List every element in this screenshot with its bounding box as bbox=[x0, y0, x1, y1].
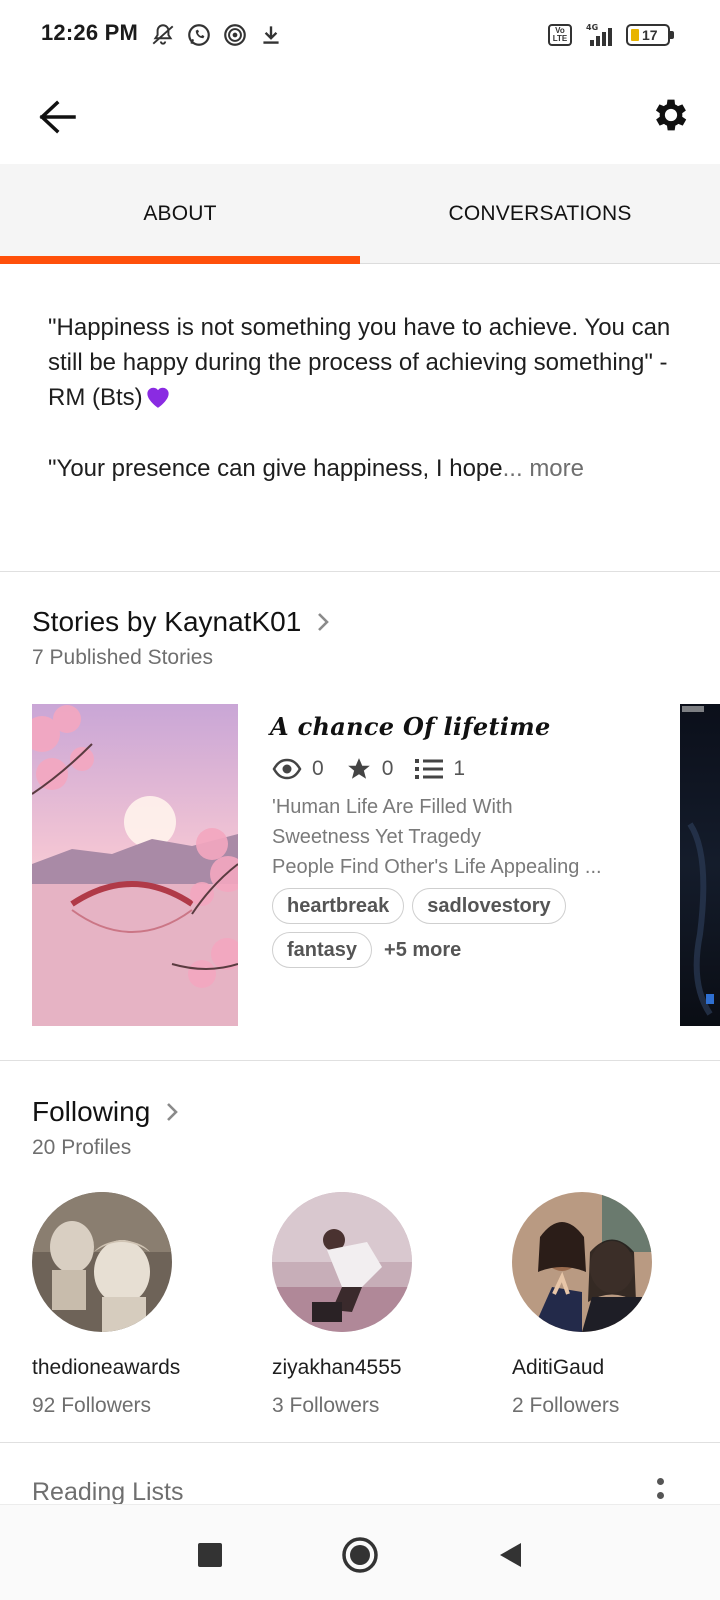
story-description-line: People Find Other's Life Appealing ... bbox=[272, 856, 602, 878]
avatar bbox=[272, 1192, 412, 1332]
stories-subtitle: 7 Published Stories bbox=[32, 646, 213, 669]
list-icon bbox=[415, 759, 444, 779]
top-toolbar bbox=[0, 70, 720, 164]
tag-chip[interactable]: heartbreak bbox=[272, 888, 405, 924]
divider bbox=[0, 1442, 720, 1443]
story-description-line: 'Human Life Are Filled With bbox=[272, 796, 513, 818]
system-back-button[interactable] bbox=[480, 1525, 540, 1585]
avatar bbox=[32, 1192, 172, 1332]
story-tags: heartbreak sadlovestory fantasy +5 more bbox=[272, 888, 672, 968]
reading-lists-title: Reading Lists bbox=[32, 1478, 184, 1506]
story-description-line: Sweetness Yet Tragedy bbox=[272, 826, 482, 848]
stories-header[interactable]: Stories by KaynatK01 bbox=[32, 606, 331, 638]
network-label: 4G bbox=[586, 23, 598, 32]
parts-stat: 1 bbox=[415, 757, 465, 781]
profile-card[interactable]: ziyakhan4555 3 Followers bbox=[272, 1192, 492, 1418]
profile-name: AditiGaud bbox=[512, 1356, 605, 1379]
profile-followers: 92 Followers bbox=[32, 1394, 152, 1417]
status-time: 12:26 PM bbox=[41, 20, 138, 45]
mute-icon bbox=[152, 24, 174, 45]
signal-icon: 4G bbox=[586, 23, 612, 46]
tab-about[interactable]: ABOUT bbox=[0, 164, 360, 264]
battery-level: 17 bbox=[642, 27, 658, 43]
star-icon bbox=[347, 758, 370, 779]
votes-count: 0 bbox=[381, 757, 394, 780]
recents-button[interactable] bbox=[180, 1525, 240, 1585]
app-icon bbox=[224, 24, 246, 46]
back-button[interactable] bbox=[30, 90, 84, 144]
home-circle-icon bbox=[342, 1537, 378, 1573]
stories-title: Stories by KaynatK01 bbox=[32, 606, 302, 637]
tag-chip[interactable]: sadlovestory bbox=[412, 888, 566, 924]
next-story-cover-art bbox=[682, 706, 714, 1016]
following-subtitle: 20 Profiles bbox=[32, 1136, 132, 1159]
avatar bbox=[512, 1192, 652, 1332]
chevron-right-icon bbox=[318, 613, 330, 631]
arrow-left-icon bbox=[39, 100, 76, 134]
profile-followers: 2 Followers bbox=[512, 1394, 620, 1417]
profile-card[interactable]: thedioneawards 92 Followers bbox=[32, 1192, 252, 1418]
story-cover-image[interactable] bbox=[32, 704, 238, 1026]
following-header[interactable]: Following bbox=[32, 1096, 180, 1128]
status-notification-icons bbox=[150, 20, 284, 50]
divider bbox=[0, 571, 720, 572]
following-title: Following bbox=[32, 1096, 151, 1127]
profile-name: ziyakhan4555 bbox=[272, 1356, 402, 1379]
purple-heart-icon bbox=[147, 387, 169, 408]
volte-icon: Vo LTE bbox=[548, 24, 572, 46]
profile-card[interactable]: AditiGaud 2 Followers bbox=[512, 1192, 720, 1418]
eye-icon bbox=[272, 758, 302, 780]
about-text: "Happiness is not something you have to … bbox=[48, 310, 688, 522]
profile-name: thedioneawards bbox=[32, 1356, 181, 1379]
about-paragraph-2: "Your presence can give happiness, I hop… bbox=[48, 451, 688, 486]
settings-button[interactable] bbox=[644, 88, 698, 142]
chevron-right-icon bbox=[167, 1103, 179, 1121]
story-title[interactable]: A chance Of lifetime bbox=[270, 712, 551, 741]
tag-chip[interactable]: fantasy bbox=[272, 932, 373, 968]
more-link[interactable]: more bbox=[529, 455, 584, 482]
divider bbox=[0, 1060, 720, 1061]
story-stats: 0 0 1 bbox=[272, 752, 487, 786]
about-quote-2: "Your presence can give happiness, I hop… bbox=[48, 455, 503, 482]
about-paragraph-1: "Happiness is not something you have to … bbox=[48, 310, 688, 415]
gear-icon bbox=[655, 99, 687, 131]
about-quote-1: "Happiness is not something you have to … bbox=[48, 314, 671, 411]
profile-tabs: ABOUT CONVERSATIONS bbox=[0, 164, 720, 264]
battery-icon: 17 bbox=[626, 24, 674, 46]
home-button[interactable] bbox=[330, 1525, 390, 1585]
votes-stat: 0 bbox=[346, 756, 394, 782]
tab-conversations[interactable]: CONVERSATIONS bbox=[360, 164, 720, 263]
next-story-cover[interactable] bbox=[680, 704, 720, 1026]
square-icon bbox=[198, 1543, 222, 1567]
profile-followers: 3 Followers bbox=[272, 1394, 380, 1417]
system-nav-bar bbox=[0, 1504, 720, 1600]
download-icon bbox=[263, 26, 279, 44]
status-system-icons: Vo LTE 4G 17 bbox=[548, 20, 674, 50]
ellipsis: ... bbox=[502, 455, 523, 482]
reads-count: 0 bbox=[312, 757, 324, 780]
story-cover-art bbox=[32, 704, 238, 1026]
reads-stat: 0 bbox=[272, 757, 324, 781]
story-description: 'Human Life Are Filled With Sweetness Ye… bbox=[272, 792, 642, 882]
more-tags-link[interactable]: +5 more bbox=[384, 939, 461, 962]
whatsapp-icon bbox=[188, 24, 210, 46]
triangle-back-icon bbox=[500, 1543, 521, 1567]
parts-count: 1 bbox=[453, 757, 466, 780]
status-bar: 12:26 PM Vo LTE 4G 17 bbox=[0, 0, 720, 70]
